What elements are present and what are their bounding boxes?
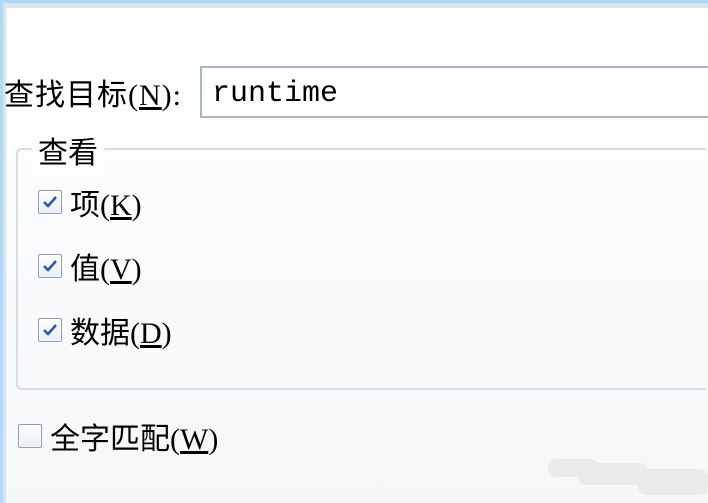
checkbox-whole-word-label: 全字匹配(W) (50, 414, 218, 458)
checkbox-keys[interactable] (38, 190, 62, 214)
check-row-data: 数据(D) (38, 308, 686, 352)
check-mnemonic: V (110, 253, 132, 286)
search-label-mnemonic: N (139, 79, 162, 112)
check-icon (42, 194, 58, 210)
checkbox-data[interactable] (38, 318, 62, 342)
check-row-keys: 项(K) (38, 180, 686, 224)
whole-word-text: 全字匹配 (50, 423, 170, 456)
view-legend: 查看 (32, 128, 104, 172)
checkbox-whole-word[interactable] (18, 424, 42, 448)
check-icon (42, 258, 58, 274)
check-mnemonic: D (140, 317, 162, 350)
search-label-suffix: : (173, 79, 182, 112)
search-label-text: 查找目标 (4, 79, 128, 112)
checkbox-keys-label: 项(K) (70, 180, 142, 224)
check-icon (42, 322, 58, 338)
whole-word-mnemonic: W (180, 423, 208, 456)
check-row-values: 值(V) (38, 244, 686, 288)
checkbox-values-label: 值(V) (70, 244, 142, 288)
search-label: 查找目标(N): (4, 70, 182, 114)
check-text: 项 (70, 189, 100, 222)
check-mnemonic: K (110, 189, 132, 222)
check-text: 数据 (70, 317, 130, 350)
checkbox-data-label: 数据(D) (70, 308, 172, 352)
window-frame: 查找目标(N): 查看 项(K) 值(V (0, 0, 708, 503)
search-row: 查找目标(N): (4, 66, 708, 118)
check-text: 值 (70, 253, 100, 286)
search-input[interactable] (200, 66, 708, 118)
search-input-wrap (200, 66, 708, 118)
view-fieldset: 查看 项(K) 值(V) (16, 148, 706, 390)
checkbox-values[interactable] (38, 254, 62, 278)
divider (6, 6, 708, 8)
whole-word-row: 全字匹配(W) (18, 414, 708, 458)
dialog-client: 查找目标(N): 查看 项(K) 值(V (3, 3, 708, 503)
